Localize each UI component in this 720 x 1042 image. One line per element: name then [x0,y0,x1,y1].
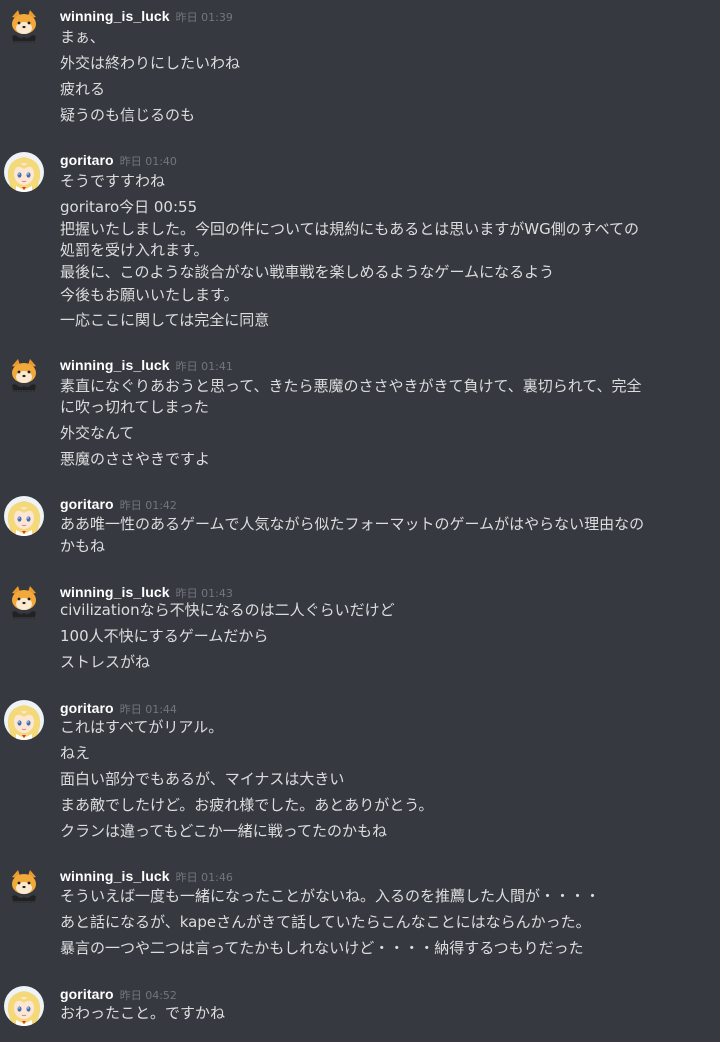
message-text: 一応ここに関しては完全に同意 [60,311,270,329]
blonde-anime-girl-avatar[interactable] [4,496,44,536]
message-text: そうですすわね [60,172,166,190]
shiba-inu-avatar[interactable] [4,584,44,624]
message-text: これはすべてがリアル。 [60,718,224,736]
message-header: winning_is_luck 昨日 01:46 [60,866,233,886]
message-text: ストレスがね [60,653,151,671]
timestamp[interactable]: 昨日 01:39 [176,11,233,24]
timestamp[interactable]: 昨日 04:52 [120,989,177,1002]
message-header: goritaro 昨日 01:44 [60,698,177,718]
username[interactable]: winning_is_luck [60,8,170,24]
message-text: ああ唯一性のあるゲームで人気ながら似たフォーマットのゲームがはやらない理由なの [60,515,645,533]
chat-messages: winning_is_luck 昨日 01:39 まぁ、 外交は終わりにしたいわね… [0,0,720,1042]
timestamp[interactable]: 昨日 01:40 [120,155,177,168]
message-text: 最後に、このような談合がない戦車戦を楽しめるようなゲームになるよう [60,263,555,281]
message-text: まぁ、 [60,28,105,46]
timestamp[interactable]: 昨日 01:46 [176,871,233,884]
message-text: 面白い部分でもあるが、マイナスは大きい [60,770,345,788]
message-text: civilizationなら不快になるのは二人ぐらいだけど [60,601,395,619]
message-header: goritaro 昨日 01:42 [60,494,177,514]
message-text: 悪魔のささやきですよ [60,450,211,468]
message-text: ねえ [60,744,91,762]
timestamp[interactable]: 昨日 01:42 [120,499,177,512]
message-text: かもね [60,537,106,555]
message-text: 素直になぐりあおうと思って、きたら悪魔のささやきがきて負けて、裏切られて、完全 [60,377,642,395]
message-text: 外交なんて [60,424,135,442]
message-text: あと話になるが、kapeさんがきて話していたらこんなことにはならんかった。 [60,913,591,931]
message-text: そういえば一度も一緒になったことがないね。入るのを推薦した人間が・・・・ [60,887,601,905]
message-text: 今後もお願いいたします。 [60,286,239,304]
username[interactable]: goritaro [60,700,114,716]
username[interactable]: winning_is_luck [60,868,170,884]
message-text: goritaro今日 00:55 [60,198,198,216]
username[interactable]: goritaro [60,496,114,512]
blonde-anime-girl-avatar[interactable] [4,700,44,740]
shiba-inu-avatar[interactable] [4,357,44,397]
username[interactable]: goritaro [60,152,114,168]
message-text: 100人不快にするゲームだから [60,627,269,645]
timestamp[interactable]: 昨日 01:41 [176,360,233,373]
blonde-anime-girl-avatar[interactable] [4,986,44,1026]
message-text: に吹っ切れてしまった [60,398,209,416]
message-text: 把握いたしました。今回の件については規約にもあるとは思いますがWG側のすべての [60,220,640,238]
message-text: 疲れる [60,80,106,98]
message-text: まあ敵でしたけど。お疲れ様でした。あとありがとう。 [60,796,434,814]
blonde-anime-girl-avatar[interactable] [4,152,44,192]
message-text: クランは違ってもどこか一緒に戦ってたのかもね [60,822,388,840]
message-text: 処罰を受け入れます。 [60,241,209,259]
message-header: goritaro 昨日 04:52 [60,984,177,1004]
shiba-inu-avatar[interactable] [4,868,44,908]
message-text: 外交は終わりにしたいわね [60,54,241,72]
username[interactable]: winning_is_luck [60,584,170,600]
username[interactable]: winning_is_luck [60,357,170,373]
message-header: goritaro 昨日 01:40 [60,150,177,170]
shiba-inu-avatar[interactable] [4,8,44,48]
message-text: 疑うのも信じるのも [60,106,196,124]
message-text: おわったこと。ですかね [60,1004,226,1022]
timestamp[interactable]: 昨日 01:44 [120,703,177,716]
message-header: winning_is_luck 昨日 01:41 [60,355,233,375]
username[interactable]: goritaro [60,986,114,1002]
message-text: 暴言の一つや二つは言ってたかもしれないけど・・・・納得するつもりだった [60,939,584,957]
message-header: winning_is_luck 昨日 01:39 [60,6,233,26]
